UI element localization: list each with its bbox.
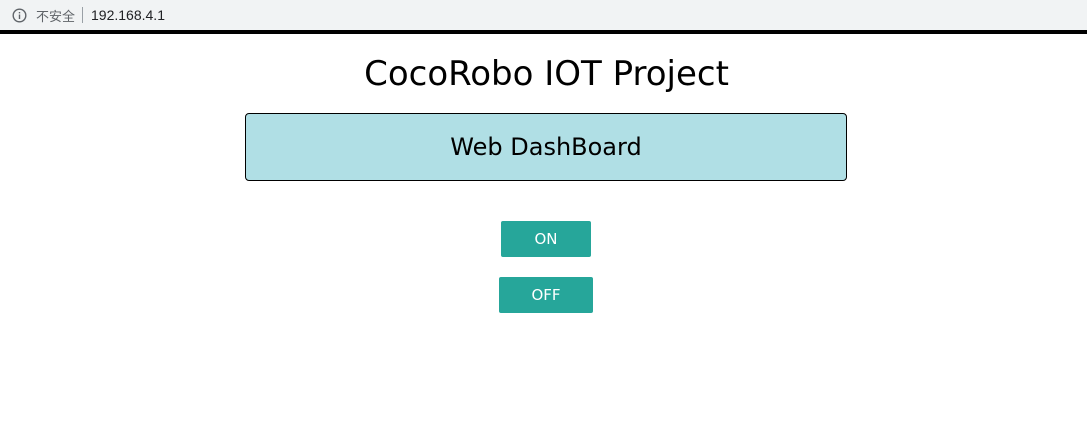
address-separator xyxy=(82,7,84,23)
on-button[interactable]: ON xyxy=(501,221,591,257)
info-circle-icon[interactable] xyxy=(12,7,27,23)
dashboard-panel: Web DashBoard xyxy=(245,113,847,181)
security-status-label[interactable]: 不安全 xyxy=(36,6,75,25)
off-button[interactable]: OFF xyxy=(499,277,593,313)
browser-address-bar[interactable]: 不安全 192.168.4.1 xyxy=(0,0,1087,34)
dashboard-title: Web DashBoard xyxy=(450,133,642,161)
url-text[interactable]: 192.168.4.1 xyxy=(91,7,165,23)
page-title: CocoRobo IOT Project xyxy=(364,54,729,94)
